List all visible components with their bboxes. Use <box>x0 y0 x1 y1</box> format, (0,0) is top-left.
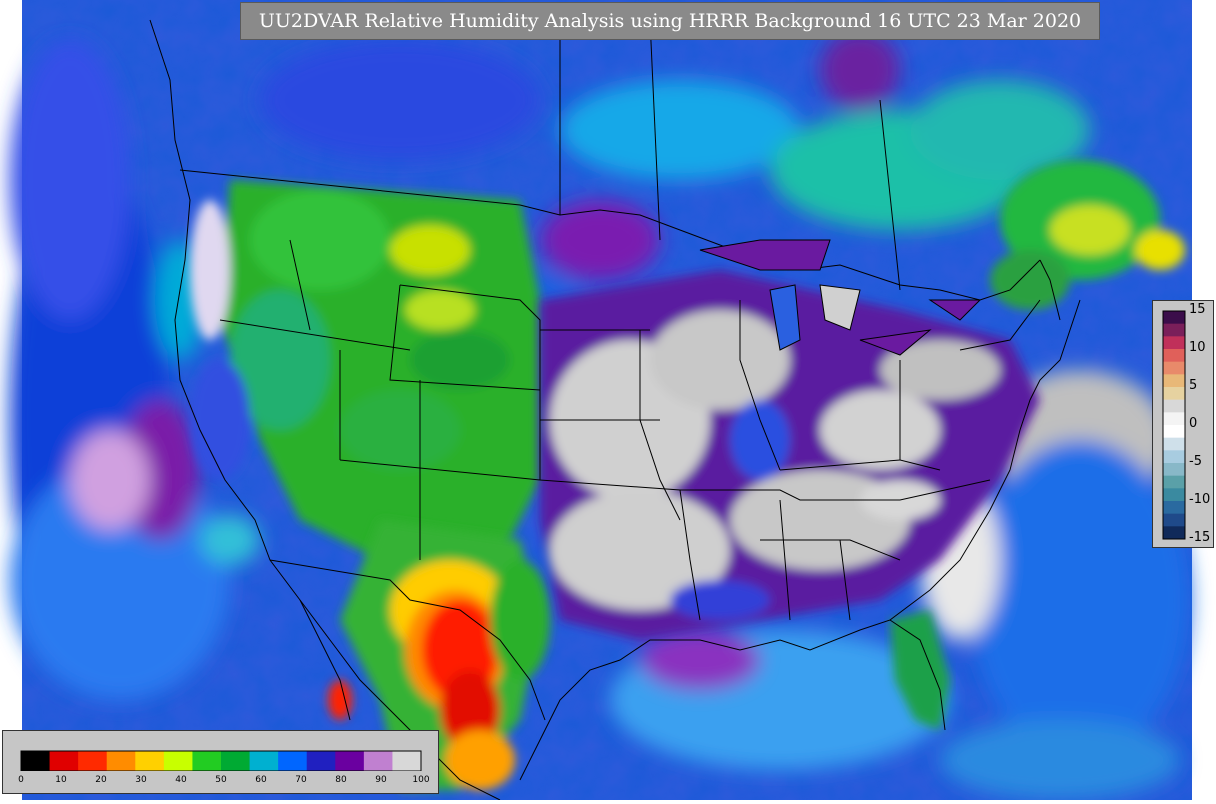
difference-color-swatch <box>1163 526 1185 540</box>
difference-colorbar-swatches <box>1162 310 1186 540</box>
rh-color-swatch <box>78 751 108 771</box>
rh-tick-label: 90 <box>375 775 387 785</box>
rh-color-swatch <box>392 751 422 771</box>
difference-color-swatch <box>1163 463 1185 477</box>
difference-color-swatch <box>1163 450 1185 464</box>
difference-color-swatch <box>1163 311 1185 325</box>
rh-tick-label: 70 <box>295 775 307 785</box>
difference-tick-label: 0 <box>1189 416 1198 431</box>
map-title: UU2DVAR Relative Humidity Analysis using… <box>240 2 1100 40</box>
rh-color-swatch <box>106 751 136 771</box>
rh-color-swatch <box>49 751 79 771</box>
difference-color-swatch <box>1163 387 1185 401</box>
rh-color-swatch <box>192 751 222 771</box>
rh-color-swatch <box>249 751 279 771</box>
difference-color-swatch <box>1163 475 1185 489</box>
difference-color-swatch <box>1163 323 1185 337</box>
rh-color-swatch <box>221 751 251 771</box>
difference-tick-label: 15 <box>1189 302 1206 317</box>
difference-color-swatch <box>1163 361 1185 375</box>
rh-tick-label: 80 <box>335 775 347 785</box>
rh-color-swatch <box>306 751 336 771</box>
difference-tick-label: -5 <box>1189 454 1202 469</box>
difference-colorbar: 15 10 5 0 -5 -10 -15 <box>1152 300 1214 548</box>
rh-tick-label: 20 <box>95 775 107 785</box>
rh-color-swatch <box>335 751 365 771</box>
rh-color-swatch <box>135 751 165 771</box>
rh-colorbar-swatches <box>20 750 422 771</box>
rh-tick-label: 100 <box>412 775 430 785</box>
rh-colorbar: 0 10 20 30 40 50 60 70 80 90 100 <box>2 730 439 794</box>
difference-color-swatch <box>1163 349 1185 363</box>
difference-tick-label: -15 <box>1189 530 1211 545</box>
rh-tick-label: 10 <box>55 775 67 785</box>
map-canvas <box>10 0 1192 801</box>
difference-color-swatch <box>1163 399 1185 413</box>
difference-tick-label: 5 <box>1189 378 1198 393</box>
difference-color-swatch <box>1163 336 1185 350</box>
difference-color-swatch <box>1163 501 1185 515</box>
rh-color-swatch <box>21 751 51 771</box>
rh-color-swatch <box>278 751 308 771</box>
humidity-map: UU2DVAR Relative Humidity Analysis using… <box>0 0 1216 801</box>
difference-color-swatch <box>1163 374 1185 388</box>
rh-tick-label: 30 <box>135 775 147 785</box>
difference-tick-label: 10 <box>1189 340 1206 355</box>
difference-color-swatch <box>1163 513 1185 527</box>
difference-color-swatch <box>1163 488 1185 502</box>
rh-tick-label: 60 <box>255 775 267 785</box>
rh-tick-label: 0 <box>18 775 24 785</box>
difference-tick-label: -10 <box>1189 492 1211 507</box>
rh-tick-label: 40 <box>175 775 187 785</box>
difference-color-swatch <box>1163 412 1185 426</box>
difference-color-swatch <box>1163 437 1185 451</box>
rh-tick-label: 50 <box>215 775 227 785</box>
rh-color-swatch <box>363 751 393 771</box>
difference-color-swatch <box>1163 425 1185 439</box>
rh-color-swatch <box>163 751 193 771</box>
